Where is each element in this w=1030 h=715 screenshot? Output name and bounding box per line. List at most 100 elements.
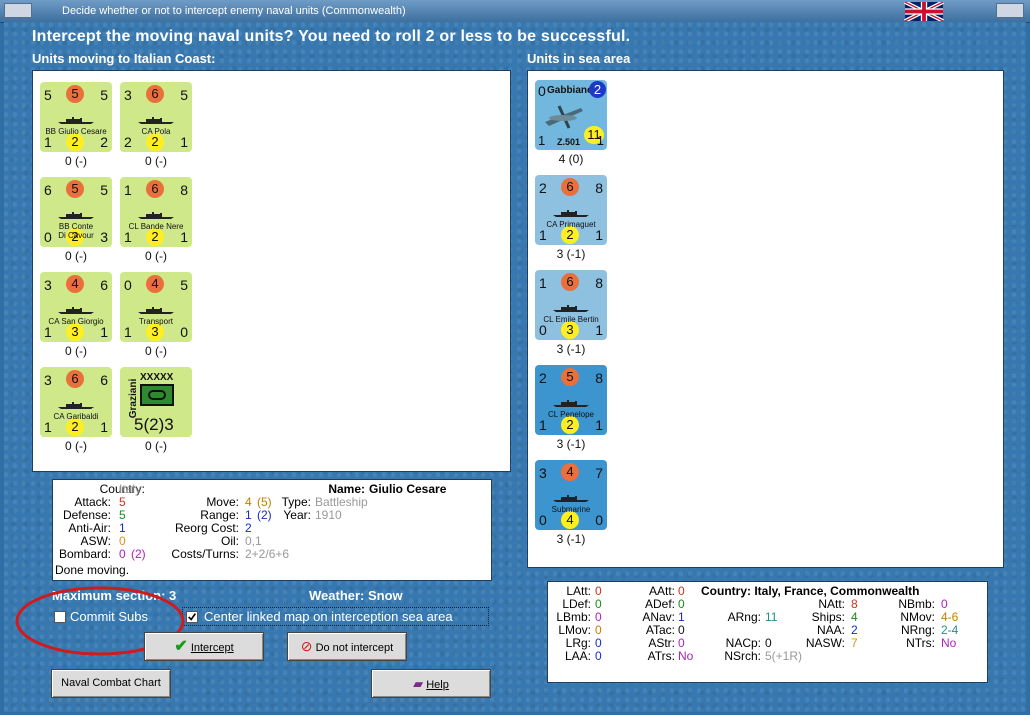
counter-bottom-right: 1	[596, 133, 604, 148]
system-menu-button[interactable]	[4, 3, 32, 18]
unit-counter[interactable]: 0 4 5 1 3 0 Transport	[120, 272, 192, 342]
counter-strength: 4	[561, 463, 579, 481]
counter-attack: 3	[44, 372, 52, 388]
counter-move: 5	[100, 182, 108, 198]
unit-counter[interactable]: 1 6 8 0 3 1 CL Emile Bertin	[535, 270, 607, 340]
value-nsrch: 5(+1R)	[765, 649, 803, 663]
unit-counter[interactable]: 5 5 5 1 2 2 BB Giulio Cesare	[40, 82, 112, 152]
counter-strength: 5	[561, 368, 579, 386]
counter-attack: 3	[124, 87, 132, 103]
sea-units-list: 0 Gabbiano 2 11 1 Z.501 1 4 (0) 2 6 8 1 2 1 CA…	[527, 70, 1004, 568]
value-laa: 0	[595, 649, 602, 663]
checkmark-icon	[188, 613, 197, 621]
ship-silhouette-icon	[553, 210, 589, 217]
counter-aa: 1	[44, 324, 52, 340]
unit-counter-army[interactable]: Graziani XXXXX 5(2)3	[120, 367, 192, 437]
counter-subtext: 0 (-)	[65, 154, 87, 168]
counter-name: CA San Giorgio	[48, 317, 104, 326]
center-map-label[interactable]: Center linked map on interception sea ar…	[204, 609, 453, 624]
unit-info-panel: Country: Italy Attack: 5 Defense: 5 Anti…	[52, 479, 492, 581]
value-ntrs: No	[941, 636, 957, 650]
ship-silhouette-icon	[58, 117, 94, 124]
value-nasw: 7	[851, 636, 858, 650]
counter-move: 8	[180, 182, 188, 198]
label-atrs: ATrs:	[647, 649, 675, 663]
close-button[interactable]	[996, 3, 1024, 18]
counter-strength: 6	[561, 273, 579, 291]
counter-range: 2	[100, 134, 108, 150]
value-costs-turns: 2+2/6+6	[245, 547, 290, 561]
unit-counter[interactable]: 3 6 6 1 2 1 CA Garibaldi	[40, 367, 112, 437]
army-commander: Graziani	[128, 378, 140, 419]
uk-flag-icon	[904, 2, 944, 21]
ship-silhouette-icon	[138, 307, 174, 314]
counter-aa: 1	[539, 417, 547, 433]
counter-name: CA Garibaldi	[53, 412, 99, 421]
counter-strength: 5	[66, 85, 84, 103]
counter-name: CL Bande Nere	[128, 222, 184, 231]
counter-subtext: 0 (-)	[145, 439, 167, 453]
counter-subtext: 0 (-)	[65, 249, 87, 263]
counter-move: 6	[100, 277, 108, 293]
seaplane-icon	[545, 105, 583, 129]
counter-range: 1	[180, 229, 188, 245]
label-nasw: NASW:	[805, 636, 845, 650]
counter-strength: 4	[66, 275, 84, 293]
label-year: Year:	[283, 508, 311, 522]
counter-attack: 5	[44, 87, 52, 103]
ship-silhouette-icon	[58, 402, 94, 409]
unit-counter[interactable]: 3 4 6 1 3 1 CA San Giorgio	[40, 272, 112, 342]
counter-subtext: 0 (-)	[65, 439, 87, 453]
counter-aa: 1	[124, 324, 132, 340]
unit-counter[interactable]: 1 6 8 1 2 1 CL Bande Nere	[120, 177, 192, 247]
counter-range: 0	[595, 512, 603, 528]
counter-move: 5	[100, 87, 108, 103]
counter-attack: 3	[44, 277, 52, 293]
unit-counter[interactable]: 2 6 8 1 2 1 CA Primaguet	[535, 175, 607, 245]
counter-subtext: 0 (-)	[145, 344, 167, 358]
counter-strength: 4	[146, 275, 164, 293]
counter-attack: 1	[124, 182, 132, 198]
unit-counter[interactable]: 6 5 5 0 2 3 BB Conte Di Cavour	[40, 177, 112, 247]
book-icon: ▰	[413, 676, 424, 691]
do-not-intercept-button[interactable]: ⊘ Do not intercept	[287, 632, 407, 661]
unit-counter[interactable]: 2 5 8 1 2 1 CL Penelope	[535, 365, 607, 435]
label-nsrch: NSrch:	[724, 649, 761, 663]
value-arng: 11	[765, 610, 778, 624]
counter-move: 6	[100, 372, 108, 388]
counter-name: CL Emile Bertin	[543, 315, 599, 324]
intercept-button[interactable]: ✔ Intercept	[144, 632, 264, 661]
army-size: XXXXX	[140, 372, 174, 383]
counter-aa: 0	[539, 512, 547, 528]
unit-counter[interactable]: 3 4 7 0 4 0 Submarine	[535, 460, 607, 530]
counter-strength: 6	[66, 370, 84, 388]
counter-subtext: 3 (-1)	[556, 532, 586, 546]
unit-counter-gabbiano[interactable]: 0 Gabbiano 2 11 1 Z.501 1	[535, 80, 607, 150]
ship-silhouette-icon	[138, 212, 174, 219]
value-bombard: 0	[119, 547, 126, 561]
counter-strength: 6	[561, 178, 579, 196]
moving-units-grid: 5 5 5 1 2 2 BB Giulio Cesare 0 (-) 3 6 5 2 2 1 CA Pola…	[32, 70, 511, 472]
counter-strength: 6	[146, 180, 164, 198]
help-label: Help	[426, 679, 449, 691]
counter-name: CA Pola	[141, 127, 171, 136]
label-bombard: Bombard:	[58, 547, 111, 561]
counter-name: CL Penelope	[548, 410, 594, 419]
counter-subtext: 4 (0)	[558, 152, 584, 166]
center-map-checkbox[interactable]	[186, 611, 198, 623]
unit-counter[interactable]: 3 6 5 2 2 1 CA Pola	[120, 82, 192, 152]
counter-attack: 1	[539, 275, 547, 291]
counter-move: 8	[595, 180, 603, 196]
ship-silhouette-icon	[553, 495, 589, 502]
value-name: Giulio Cesare	[369, 482, 447, 496]
dialog-heading: Intercept the moving naval units? You ne…	[32, 28, 631, 45]
ship-silhouette-icon	[553, 400, 589, 407]
counter-subtext: 3 (-1)	[556, 342, 586, 356]
ship-silhouette-icon	[553, 305, 589, 312]
counter-range: 1	[595, 322, 603, 338]
counter-aa: 1	[44, 419, 52, 435]
counter-name: CA Primaguet	[546, 220, 596, 229]
naval-combat-chart-button[interactable]: Naval Combat Chart	[51, 669, 171, 698]
help-button[interactable]: ▰ Help	[371, 669, 491, 698]
do-not-intercept-label: Do not intercept	[315, 642, 394, 654]
